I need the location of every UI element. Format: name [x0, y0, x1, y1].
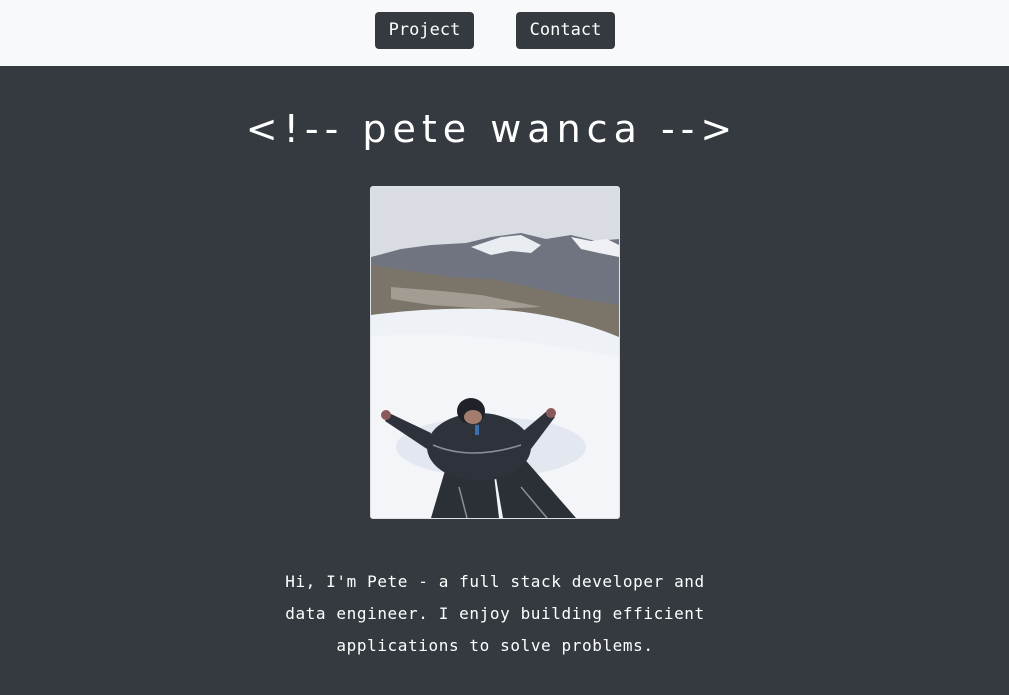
top-navbar: Project Contact: [0, 0, 1009, 66]
snow-angel-photo-icon: [371, 187, 619, 518]
contact-button[interactable]: Contact: [516, 12, 615, 49]
bio-text: Hi, I'm Pete - a full stack developer an…: [285, 572, 705, 655]
page-title: <!-- pete wanca -->: [245, 107, 739, 151]
hero-section: <!-- pete wanca --> Hi, I'm Pete - a ful…: [0, 66, 1009, 695]
project-button[interactable]: Project: [375, 12, 474, 49]
profile-photo: [370, 186, 620, 519]
